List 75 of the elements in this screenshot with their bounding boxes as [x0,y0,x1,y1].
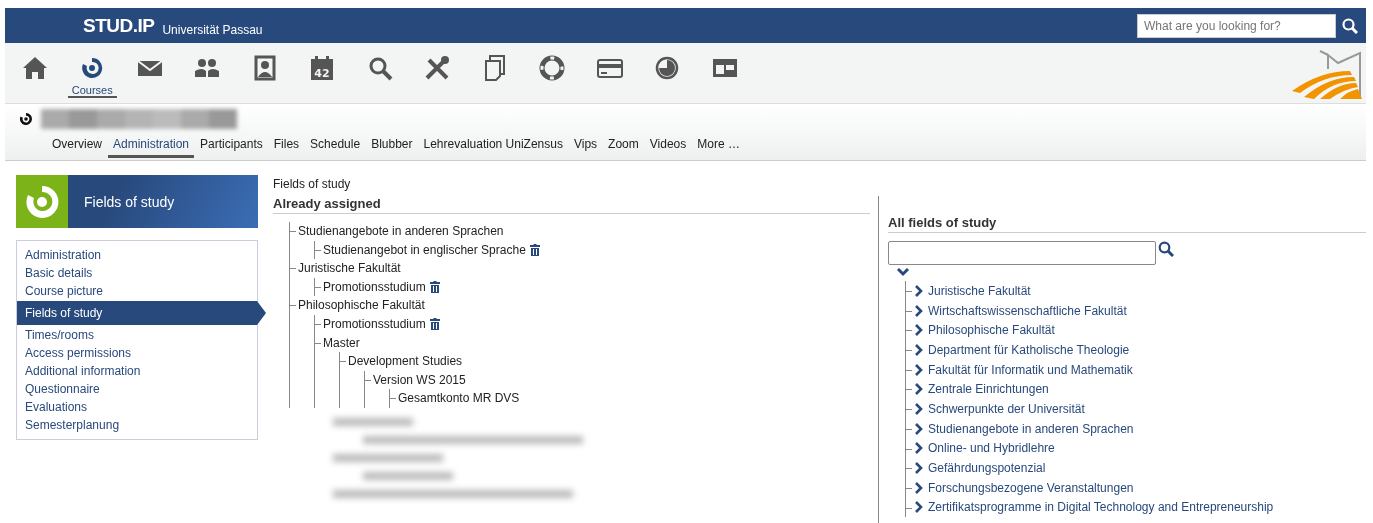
pie-chart-icon[interactable] [654,55,681,81]
tools-icon[interactable] [424,55,451,81]
sidebar-item[interactable]: Fields of study [17,301,266,325]
trash-icon[interactable] [429,281,440,294]
tree-item-link[interactable]: Forschungsbezogene Veranstaltungen [928,480,1134,495]
search-icon[interactable] [1342,17,1358,34]
navigation-bar: Courses 42 [5,43,1366,104]
lifebuoy-icon[interactable] [539,55,566,81]
course-tab[interactable]: More … [692,134,745,158]
home-icon[interactable] [21,55,48,81]
sidebar-item[interactable]: Evaluations [17,398,257,416]
page-title: Fields of study [273,177,352,193]
search-field[interactable] [888,241,1156,265]
sidebar-item[interactable]: Times/rooms [17,326,257,344]
tree-label: Studienangebote in anderen Sprachen [298,223,504,240]
tree-item-link[interactable]: Studienangebote in anderen Sprachen [928,421,1134,436]
chevron-right-icon[interactable] [914,363,924,376]
chevron-right-icon[interactable] [914,324,924,337]
tree-item-link[interactable]: Juristische Fakultät [928,283,1031,298]
chevron-right-icon[interactable] [914,284,924,297]
course-tab[interactable]: Schedule [305,134,366,158]
chevron-right-icon[interactable] [914,481,924,494]
course-tab[interactable]: Lehrevaluation UniZensus [418,134,568,158]
chevron-right-icon[interactable] [914,462,924,475]
course-tab[interactable]: Overview [47,134,107,158]
tree-label: Studienangebot in englischer Sprache [323,241,526,259]
chevron-right-icon[interactable] [914,402,924,415]
trash-icon[interactable] [529,243,540,256]
trash-icon[interactable] [429,318,440,331]
sidebar-title: Fields of study [84,193,175,210]
tree-label: Promotionsstudium [323,278,426,296]
course-icon [19,112,33,126]
tree-label: Master [323,334,360,352]
tree-label: Juristische Fakultät [298,260,401,278]
sidebar-item[interactable]: Access permissions [17,344,257,362]
course-tab[interactable]: Files [268,134,305,158]
tree-item-link[interactable]: Fakultät für Informatik und Mathematik [928,362,1133,377]
tree-label: Version WS 2015 [373,371,466,389]
chevron-right-icon[interactable] [914,422,924,435]
section-heading: All fields of study [888,215,1366,233]
tree-item-link[interactable]: Wirtschaftswissenschaftliche Fakultät [928,303,1127,318]
sidebar-item[interactable]: Course picture [17,282,257,300]
sidebar-item[interactable]: Basic details [17,264,257,282]
tree-item-link[interactable]: Zertifikatsprogramme in Digital Technology and Entrepreneurship [928,500,1274,515]
tree-item-link[interactable]: Philosophische Fakultät [928,323,1055,338]
logo[interactable]: STUD.IP [83,14,155,37]
sidebar-item[interactable]: Administration [17,246,257,264]
chevron-right-icon[interactable] [914,343,924,356]
tree-label: Gesamtkonto MR DVS [398,390,520,408]
course-tab[interactable]: Videos [644,134,692,158]
sidebar-item[interactable]: Questionnaire [17,380,257,398]
chevron-right-icon[interactable] [914,383,924,396]
sidebar-item[interactable]: Semesterplanung [17,416,257,434]
sidebar-item[interactable]: Additional information [17,362,257,380]
tree-item-link[interactable]: Online- und Hybridlehre [928,441,1055,456]
section-heading: Already assigned [273,196,870,214]
university-name: Universität Passau [162,22,263,37]
tree-label: Philosophische Fakultät [298,297,425,315]
tree-item-link[interactable]: Gefährdungspotenzial [928,461,1046,476]
course-tab[interactable]: Participants [195,134,268,158]
tree-label: Promotionsstudium [323,315,426,333]
tree-label: Development Studies [348,353,463,371]
course-tab[interactable]: Administration [108,134,195,158]
tree-item-link[interactable]: Department für Katholische Theologie [928,342,1130,357]
tree-item-link[interactable]: Zentrale Einrichtungen [928,382,1049,397]
chevron-down-icon[interactable] [896,267,910,277]
tree-item-link[interactable]: Schwerpunkte der Universität [928,401,1085,416]
chevron-right-icon[interactable] [914,442,924,455]
course-tab[interactable]: Vips [568,134,603,158]
search-icon[interactable] [1158,241,1174,257]
search-field[interactable]: What are you looking for? [1137,13,1336,38]
chevron-right-icon[interactable] [914,501,924,514]
course-tab[interactable]: Zoom [603,134,644,158]
chevron-right-icon[interactable] [914,304,924,317]
course-tab[interactable]: Blubber [366,134,418,158]
